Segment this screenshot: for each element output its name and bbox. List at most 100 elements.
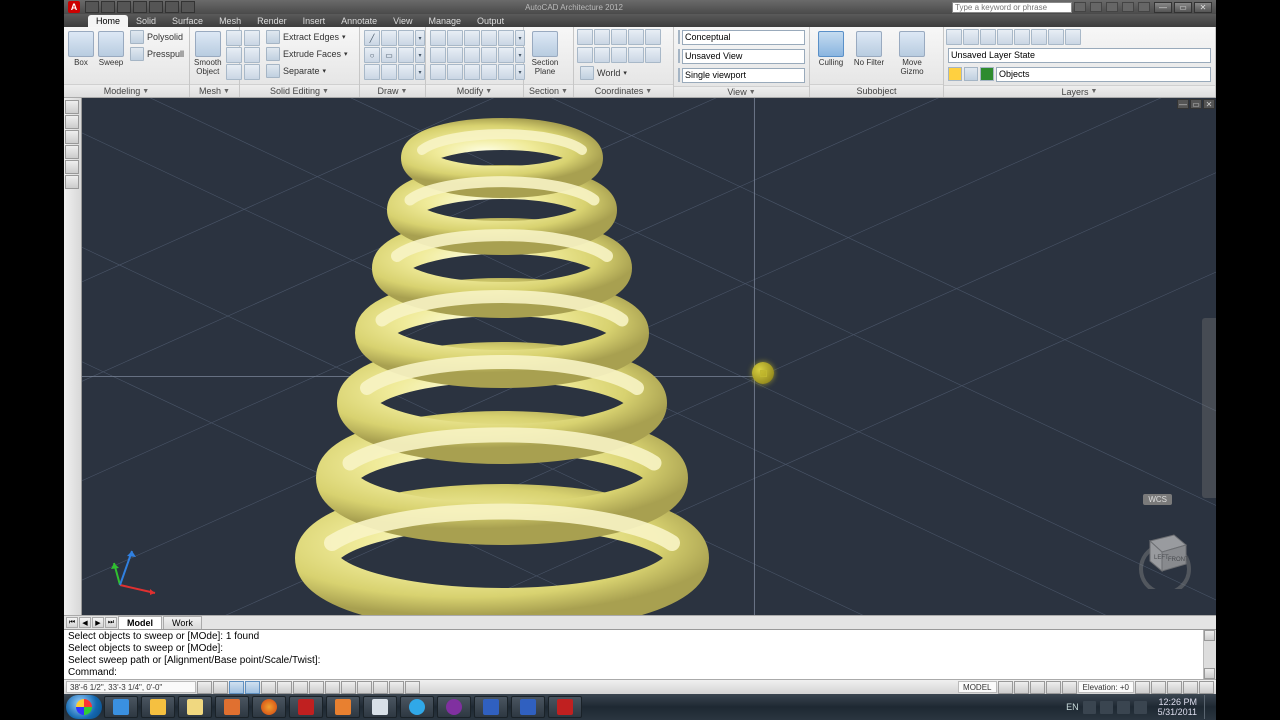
minimize-button[interactable]: — xyxy=(1154,2,1172,13)
move-gizmo-button[interactable]: Move Gizmo xyxy=(889,29,935,78)
array-icon[interactable] xyxy=(498,47,514,63)
layer-dropdown[interactable] xyxy=(996,67,1211,82)
extract-edges-button[interactable]: Extract Edges▾ xyxy=(263,29,351,45)
rotate-icon[interactable] xyxy=(481,30,497,46)
tab-solid[interactable]: Solid xyxy=(128,15,164,27)
align-icon[interactable] xyxy=(498,64,514,80)
status-scale-icon[interactable] xyxy=(1030,681,1045,694)
culling-button[interactable]: Culling xyxy=(813,29,849,69)
tab-view[interactable]: View xyxy=(385,15,420,27)
taskbar-explorer-icon[interactable] xyxy=(178,696,212,718)
taskbar-yahoo-icon[interactable] xyxy=(437,696,471,718)
circle-icon[interactable]: ○ xyxy=(364,47,380,63)
maximize-button[interactable]: ▭ xyxy=(1174,2,1192,13)
no-filter-button[interactable]: No Filter xyxy=(851,29,887,69)
status-polar-icon[interactable] xyxy=(261,681,276,694)
status-dyn-icon[interactable] xyxy=(341,681,356,694)
tab-home[interactable]: Home xyxy=(88,15,128,27)
tray-flag-icon[interactable] xyxy=(1100,701,1113,714)
separate-button[interactable]: Separate▾ xyxy=(263,63,351,79)
exchange-icon[interactable] xyxy=(1106,2,1118,12)
qat-drop-icon[interactable] xyxy=(181,1,195,13)
model-tab[interactable]: Model xyxy=(118,616,162,630)
ucs-icon-4[interactable] xyxy=(628,29,644,45)
close-button[interactable]: ✕ xyxy=(1194,2,1212,13)
status-tpy-icon[interactable] xyxy=(373,681,388,694)
taskbar-skype-icon[interactable] xyxy=(400,696,434,718)
status-lock-icon[interactable] xyxy=(1151,681,1166,694)
layer-ic-5[interactable] xyxy=(1014,29,1030,45)
tray-vol-icon[interactable] xyxy=(1134,701,1147,714)
smooth-object-button[interactable]: Smooth Object xyxy=(193,29,223,78)
work-tab[interactable]: Work xyxy=(163,616,202,630)
status-lwt-icon[interactable] xyxy=(357,681,372,694)
ucs-icon-9[interactable] xyxy=(628,47,644,63)
layer-ic-4[interactable] xyxy=(997,29,1013,45)
cmd-scroll-up-icon[interactable] xyxy=(1204,630,1215,641)
tab-nav-first-icon[interactable]: ⏮ xyxy=(66,617,78,628)
draw-drop1-icon[interactable]: ▾ xyxy=(415,30,425,46)
ucs-icon-7[interactable] xyxy=(594,47,610,63)
search-input[interactable] xyxy=(952,2,1072,13)
ucs-icon-5[interactable] xyxy=(645,29,661,45)
ellipse-icon[interactable] xyxy=(398,47,414,63)
ucs-icon-6[interactable] xyxy=(577,47,593,63)
vt-icon-1[interactable] xyxy=(65,100,79,114)
signin-icon[interactable] xyxy=(1090,2,1102,12)
offset-icon[interactable] xyxy=(464,64,480,80)
tray-net-icon[interactable] xyxy=(1117,701,1130,714)
world-ucs-button[interactable]: World▾ xyxy=(577,65,670,81)
taskbar-notes-icon[interactable] xyxy=(141,696,175,718)
arc-icon[interactable] xyxy=(398,30,414,46)
status-hw-icon[interactable] xyxy=(1167,681,1182,694)
taskbar-ie-icon[interactable] xyxy=(104,696,138,718)
search-go-icon[interactable] xyxy=(1074,2,1086,12)
qat-redo-icon[interactable] xyxy=(149,1,163,13)
status-annovis-icon[interactable] xyxy=(1062,681,1077,694)
tab-output[interactable]: Output xyxy=(469,15,512,27)
draw-drop3-icon[interactable]: ▾ xyxy=(415,64,425,80)
polyline-icon[interactable] xyxy=(381,30,397,46)
status-ortho-icon[interactable] xyxy=(245,681,260,694)
status-clean-icon[interactable] xyxy=(1199,681,1214,694)
helix-icon[interactable] xyxy=(381,64,397,80)
intersect-icon[interactable] xyxy=(244,64,260,80)
tab-nav-last-icon[interactable]: ⏭ xyxy=(105,617,117,628)
status-grid-icon[interactable] xyxy=(229,681,244,694)
status-qv-drawings-icon[interactable] xyxy=(1014,681,1029,694)
qat-undo-icon[interactable] xyxy=(133,1,147,13)
extrude-faces-button[interactable]: Extrude Faces▾ xyxy=(263,46,351,62)
subtract-icon[interactable] xyxy=(244,47,260,63)
lang-indicator[interactable]: EN xyxy=(1066,702,1079,712)
model-paper-toggle[interactable]: MODEL xyxy=(958,681,996,693)
union-icon[interactable] xyxy=(244,30,260,46)
move-icon[interactable] xyxy=(430,30,446,46)
start-button[interactable] xyxy=(66,695,102,719)
extend-icon[interactable] xyxy=(447,47,463,63)
tab-nav-prev-icon[interactable]: ◀ xyxy=(79,617,91,628)
status-ws-icon[interactable] xyxy=(1135,681,1150,694)
layer-ic-2[interactable] xyxy=(963,29,979,45)
tab-insert[interactable]: Insert xyxy=(295,15,334,27)
layer-ic-8[interactable] xyxy=(1065,29,1081,45)
status-anno-icon[interactable] xyxy=(1046,681,1061,694)
taskbar-notepad-icon[interactable] xyxy=(363,696,397,718)
layer-ic-6[interactable] xyxy=(1031,29,1047,45)
tab-surface[interactable]: Surface xyxy=(164,15,211,27)
taskbar-adobe-icon[interactable] xyxy=(289,696,323,718)
viewcube-icon[interactable]: LEFTFRONT xyxy=(1130,519,1200,589)
tab-manage[interactable]: Manage xyxy=(421,15,470,27)
rect-icon[interactable]: ▭ xyxy=(381,47,397,63)
taskbar-firefox-icon[interactable] xyxy=(252,696,286,718)
vt-icon-5[interactable] xyxy=(65,160,79,174)
scale-icon[interactable] xyxy=(481,64,497,80)
vt-icon-6[interactable] xyxy=(65,175,79,189)
copy-icon[interactable] xyxy=(447,30,463,46)
taskbar-wamp-icon[interactable] xyxy=(326,696,360,718)
status-snap-icon[interactable] xyxy=(213,681,228,694)
trim-icon[interactable] xyxy=(430,47,446,63)
visual-style-dropdown[interactable] xyxy=(682,30,805,45)
status-infer-icon[interactable] xyxy=(197,681,212,694)
polysolid-button[interactable]: Polysolid xyxy=(127,29,187,45)
line-icon[interactable]: ╱ xyxy=(364,30,380,46)
